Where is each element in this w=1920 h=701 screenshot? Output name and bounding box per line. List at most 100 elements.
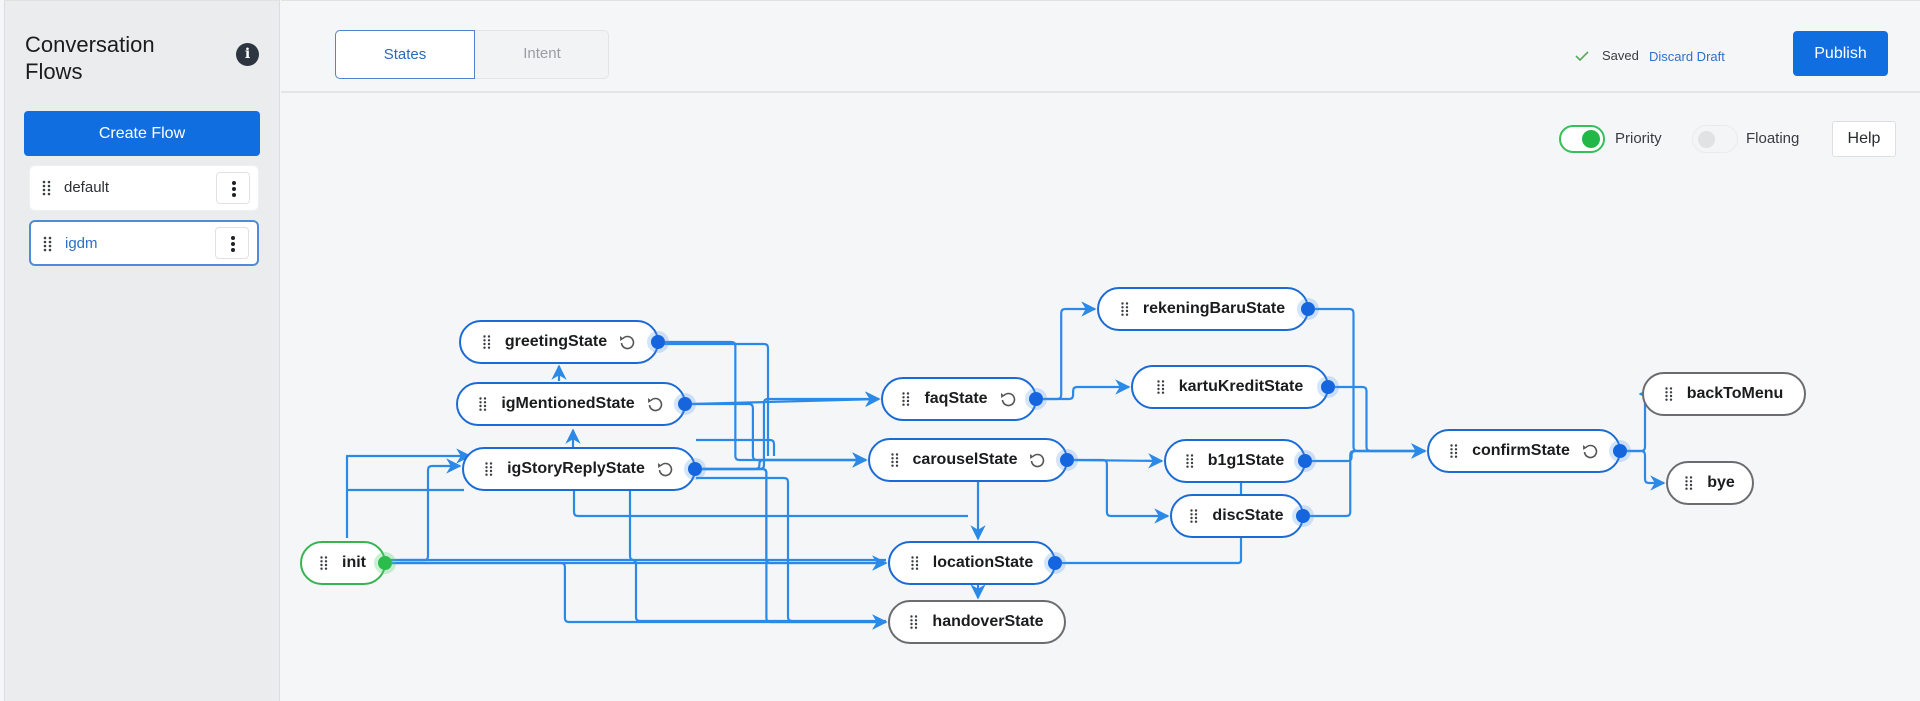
edge-confirmState-to-bye[interactable] [1627, 449, 1666, 491]
edge-carouselState-to-b1g1State[interactable] [1073, 453, 1164, 469]
drag-handle-icon[interactable] [910, 615, 918, 629]
output-handle[interactable] [1296, 509, 1310, 523]
tab-intent[interactable]: Intent [475, 30, 609, 79]
drag-handle-icon[interactable] [902, 392, 910, 406]
drag-handle-icon[interactable] [1450, 444, 1458, 458]
state-node-handoverState[interactable]: handoverState [888, 600, 1066, 644]
help-button[interactable]: Help [1832, 121, 1896, 157]
reset-icon[interactable] [619, 334, 635, 350]
drag-handle-icon[interactable] [1121, 302, 1129, 316]
edge-init-to-handoverState[interactable] [392, 561, 888, 630]
edge-b1g1State-to-confirmState[interactable] [1312, 443, 1427, 463]
edge-init-to-igStoryReplyState[interactable] [400, 458, 462, 562]
state-node-carouselState[interactable]: carouselState [868, 438, 1068, 482]
output-handle[interactable] [678, 397, 692, 411]
flow-edges [328, 301, 1666, 630]
state-node-label: kartuKreditState [1178, 378, 1304, 395]
publish-button[interactable]: Publish [1793, 31, 1888, 76]
reset-icon[interactable] [1000, 391, 1016, 407]
state-node-greetingState[interactable]: greetingState [459, 320, 659, 364]
edge-igMentionedState-to-carouselState[interactable] [692, 402, 868, 468]
drag-handle-icon[interactable] [890, 453, 899, 467]
state-node-label: faqState [924, 390, 988, 407]
floating-toggle[interactable] [1692, 125, 1738, 153]
state-node-label: igStoryReplyState [507, 460, 645, 477]
edge-discState-to-confirmState[interactable] [1310, 443, 1427, 518]
edge-igStoryReplyState-to-carouselState[interactable] [702, 452, 868, 471]
state-node-b1g1State[interactable]: b1g1State [1164, 439, 1306, 483]
output-handle[interactable] [1048, 556, 1062, 570]
reset-icon[interactable] [1582, 443, 1598, 459]
output-handle[interactable] [1298, 454, 1312, 468]
floating-label: Floating [1746, 130, 1800, 147]
output-handle[interactable] [1613, 444, 1627, 458]
more-options-button[interactable] [216, 172, 250, 204]
state-node-label: handoverState [932, 613, 1044, 630]
edge-init-to-igMentionedState[interactable] [345, 448, 472, 538]
topbar: States Intent Saved Discard Draft Publis… [281, 0, 1920, 93]
output-handle[interactable] [1060, 453, 1074, 467]
edge-greetingState-to-carouselState[interactable] [665, 340, 868, 468]
drag-handle-icon[interactable] [485, 462, 493, 476]
edge-faqState-to-rekeningBaruState[interactable] [1043, 301, 1097, 401]
state-node-init[interactable]: init [300, 541, 386, 585]
output-handle[interactable] [1321, 380, 1335, 394]
state-node-label: confirmState [1472, 442, 1570, 459]
output-handle[interactable] [1029, 392, 1043, 406]
state-node-label: bye [1707, 474, 1735, 491]
edge-igStoryReplyState-to-handoverState[interactable] [702, 467, 888, 630]
state-node-confirmState[interactable]: confirmState [1427, 429, 1621, 473]
state-node-backToMenu[interactable]: backToMenu [1642, 372, 1806, 416]
flow-item-default[interactable]: default [29, 165, 259, 211]
toggle-knob [1582, 130, 1600, 148]
output-handle[interactable] [688, 462, 702, 476]
drag-handle-icon[interactable] [479, 397, 487, 411]
tab-states[interactable]: States [335, 30, 475, 79]
drag-handle-icon[interactable] [1186, 454, 1194, 468]
state-node-label: discState [1212, 507, 1284, 524]
output-handle[interactable] [651, 335, 665, 349]
state-node-bye[interactable]: bye [1666, 461, 1754, 505]
more-options-button[interactable] [215, 227, 249, 259]
edge-route-segment [696, 476, 793, 623]
create-flow-button[interactable]: Create Flow [24, 111, 260, 156]
state-node-label: greetingState [504, 333, 608, 350]
state-node-discState[interactable]: discState [1170, 494, 1304, 538]
state-node-rekeningBaruState[interactable]: rekeningBaruState [1097, 287, 1309, 331]
edge-kartuKreditState-to-confirmState[interactable] [1335, 385, 1427, 459]
reset-icon[interactable] [1029, 452, 1045, 468]
state-node-igMentionedState[interactable]: igMentionedState [456, 382, 686, 426]
drag-handle-icon[interactable] [42, 180, 52, 196]
drag-handle-icon[interactable] [1190, 509, 1198, 523]
drag-handle-icon[interactable] [483, 335, 491, 349]
output-handle[interactable] [1301, 302, 1315, 316]
drag-handle-icon[interactable] [1664, 387, 1673, 401]
drag-handle-icon[interactable] [1157, 380, 1165, 394]
edge-igMentionedState-to-faqState[interactable] [691, 391, 881, 408]
edge-igStoryReplyState-to-locationState[interactable] [702, 467, 888, 571]
sidebar-title: Conversation Flows [25, 32, 155, 84]
edge-igStoryReplyState-to-faqState[interactable] [702, 391, 881, 471]
state-node-locationState[interactable]: locationState [888, 541, 1056, 585]
view-tabs: States Intent [335, 30, 609, 79]
discard-draft-link[interactable]: Discard Draft [1649, 49, 1725, 64]
priority-toggle[interactable] [1559, 125, 1605, 153]
flow-item-igdm[interactable]: igdm [29, 220, 259, 266]
state-node-label: rekeningBaruState [1142, 300, 1286, 317]
info-icon[interactable]: i [236, 43, 259, 66]
drag-handle-icon[interactable] [1685, 476, 1693, 490]
drag-handle-icon[interactable] [43, 236, 53, 252]
edge-faqState-to-kartuKreditState[interactable] [1043, 379, 1131, 401]
drag-handle-icon[interactable] [911, 556, 919, 570]
drag-handle-icon[interactable] [320, 556, 328, 570]
edge-carouselState-to-discState[interactable] [1074, 458, 1170, 524]
state-node-kartuKreditState[interactable]: kartuKreditState [1131, 365, 1329, 409]
reset-icon[interactable] [647, 396, 663, 412]
app-root: Conversation Flows i Create Flow default… [0, 0, 1920, 701]
output-handle[interactable] [378, 556, 392, 570]
flow-item-label: default [64, 179, 110, 196]
reset-icon[interactable] [657, 461, 673, 477]
state-node-igStoryReplyState[interactable]: igStoryReplyState [462, 447, 696, 491]
state-node-faqState[interactable]: faqState [881, 377, 1037, 421]
state-node-label: locationState [932, 554, 1034, 571]
